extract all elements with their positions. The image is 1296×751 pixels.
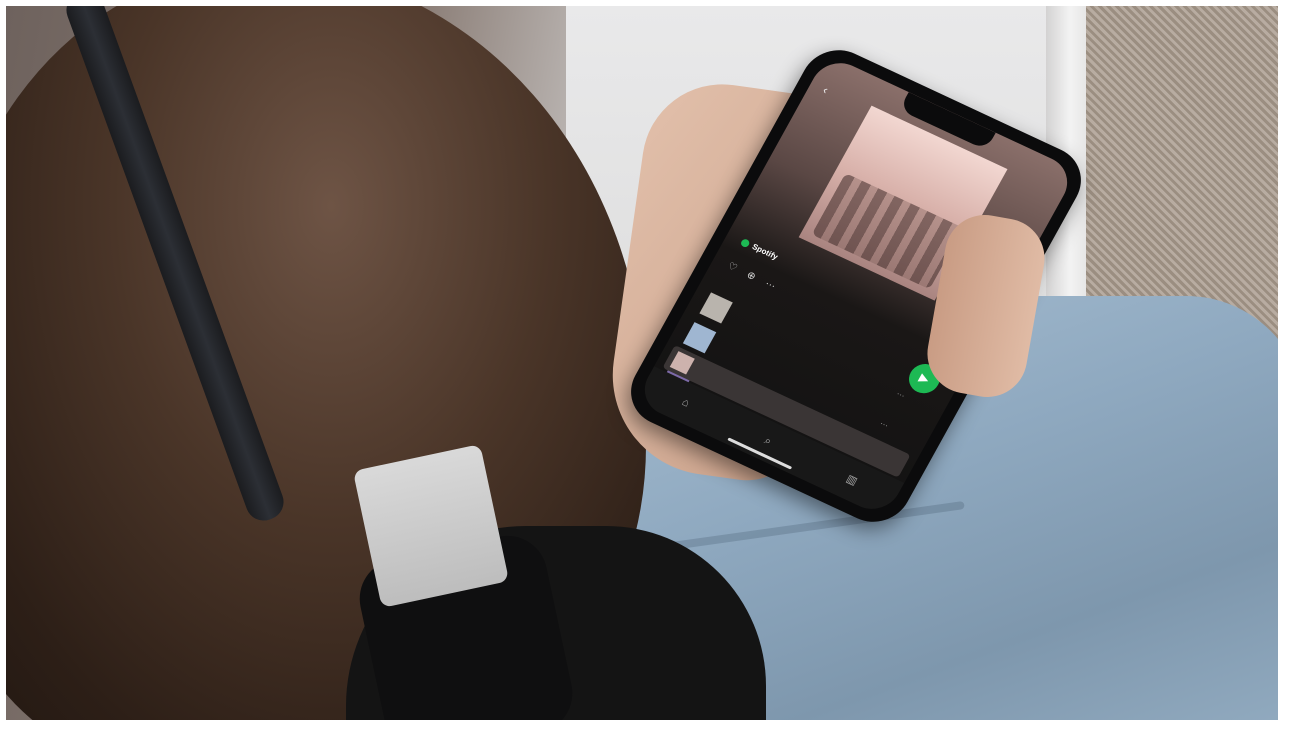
spotify-logo-icon xyxy=(739,237,751,249)
library-icon: ▥ xyxy=(844,472,860,488)
mini-player-artist xyxy=(692,370,695,376)
tab-library[interactable]: ▥ xyxy=(844,473,859,488)
home-icon: ⌂ xyxy=(679,396,692,410)
search-icon: ⌕ xyxy=(762,434,774,448)
more-icon[interactable]: ··· xyxy=(763,278,777,292)
mini-player-title xyxy=(696,363,700,370)
mini-player-artwork xyxy=(669,351,695,375)
download-icon[interactable]: ⊕ xyxy=(745,270,758,283)
track-artwork xyxy=(699,292,733,324)
play-icon: ▶ xyxy=(916,370,933,387)
track-more-icon[interactable]: ··· xyxy=(873,416,891,429)
tab-search[interactable]: ⌕ xyxy=(762,435,773,448)
back-icon[interactable]: ‹ xyxy=(820,83,830,97)
photo-scene: ‹ Spotify ♡ ⊕ ··· ▶ ············ xyxy=(6,6,1278,720)
track-more-icon[interactable]: ··· xyxy=(890,386,907,400)
heart-icon[interactable]: ♡ xyxy=(726,261,739,274)
track-artwork xyxy=(682,322,717,354)
tab-home[interactable]: ⌂ xyxy=(680,396,692,409)
